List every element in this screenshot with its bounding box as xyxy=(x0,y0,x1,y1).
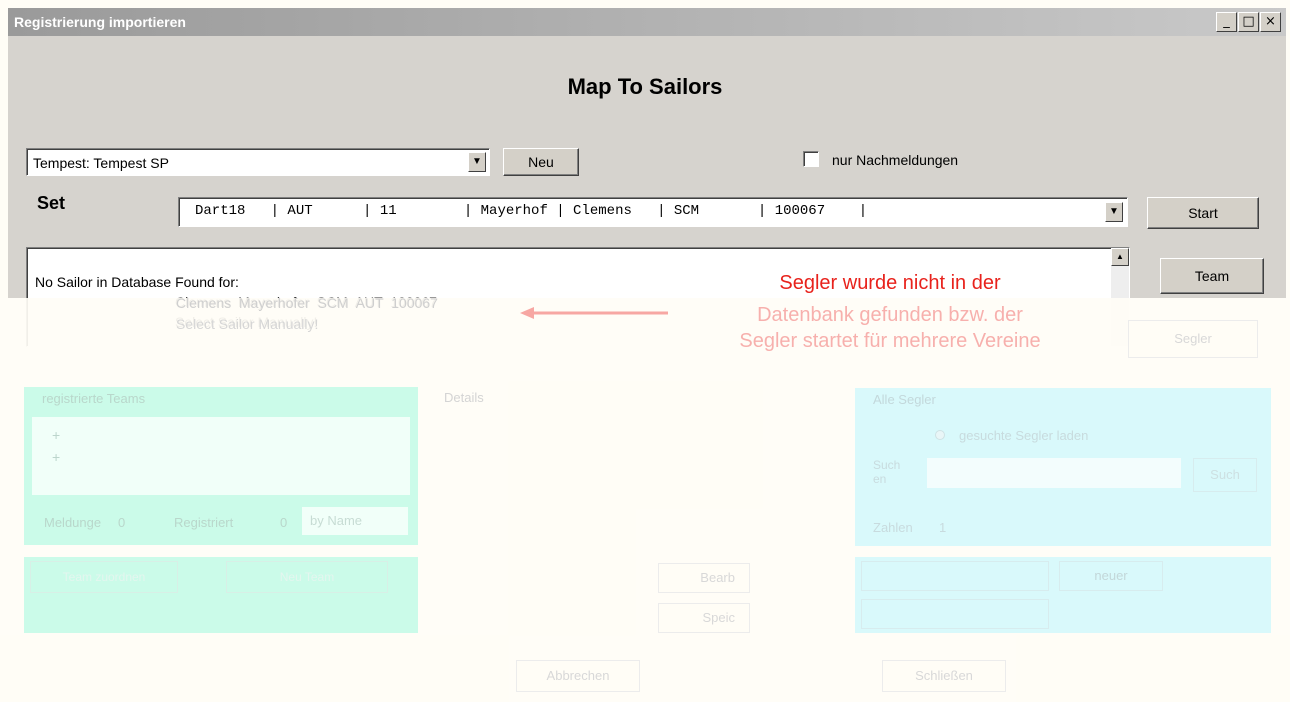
message-line-2-faded: Clemens Mayerhofer SCM AUT 100067 xyxy=(176,295,438,311)
set-label: Set xyxy=(37,193,66,213)
start-button[interactable]: Start xyxy=(1147,197,1259,229)
window-title: Registrierung importieren xyxy=(14,14,186,30)
new-team-button[interactable]: Neu Team xyxy=(226,561,388,593)
message-line-1: No Sailor in Database Found for: xyxy=(35,274,239,290)
registered-label: Registriert xyxy=(174,515,234,530)
registered-teams-panel: registrierte Teams + + Meldunge 0 Regist… xyxy=(24,387,418,545)
set-select-value: Dart18 | AUT | 11 | Mayerhof | Clemens |… xyxy=(195,203,868,219)
minimize-icon[interactable]: _ xyxy=(1216,12,1237,32)
save-button[interactable]: Speic xyxy=(658,603,750,633)
details-label: Details xyxy=(444,390,484,405)
sailor-button[interactable]: Segler xyxy=(1128,320,1258,358)
scroll-up-icon[interactable]: ▲ xyxy=(1111,248,1129,266)
late-only-checkbox[interactable] xyxy=(803,151,819,167)
search-input[interactable] xyxy=(927,458,1181,488)
sailor-actions-panel: neuer xyxy=(855,557,1271,633)
search-button[interactable]: Such xyxy=(1193,458,1257,492)
annotation-line-2: Datenbank gefunden bzw. der xyxy=(757,304,1023,326)
team-button[interactable]: Team xyxy=(1160,258,1264,294)
new-sailor-button[interactable]: neuer xyxy=(1059,561,1163,591)
annotation-line-1: Segler wurde nicht in der xyxy=(779,272,1001,294)
maximize-icon[interactable]: □ xyxy=(1238,12,1259,32)
page-title: Map To Sailors xyxy=(567,74,723,99)
assign-team-button[interactable]: Team zuordnen xyxy=(30,561,178,593)
message-line-3-faded: Select Sailor Manually! xyxy=(176,316,319,332)
entries-label: Meldunge xyxy=(44,515,102,530)
annotation-arrow-icon xyxy=(520,306,670,319)
class-select-value: Tempest: Tempest SP xyxy=(33,155,169,171)
load-sailors-radio[interactable] xyxy=(935,430,945,440)
late-only-label: nur Nachmeldungen xyxy=(832,152,959,168)
class-select[interactable]: Tempest: Tempest SP ▼ xyxy=(26,148,490,176)
set-select[interactable]: Dart18 | AUT | 11 | Mayerhof | Clemens |… xyxy=(178,197,1128,227)
chevron-down-icon[interactable]: ▼ xyxy=(468,152,486,172)
load-sailors-label: gesuchte Segler laden xyxy=(959,428,1089,443)
edit-button[interactable]: Bearb xyxy=(658,563,750,593)
search-label: Such en xyxy=(873,458,901,486)
title-bar: Registrierung importieren _ □ × xyxy=(8,8,1286,36)
close-button[interactable]: Schließen xyxy=(882,660,1006,692)
sort-select[interactable]: by Name xyxy=(302,507,408,535)
entries-count: 0 xyxy=(118,515,126,530)
all-sailors-label: Alle Segler xyxy=(873,392,936,407)
chevron-down-icon[interactable]: ▼ xyxy=(1105,202,1123,222)
registered-count: 0 xyxy=(280,515,288,530)
count-label: Zahlen xyxy=(873,520,913,535)
close-icon[interactable]: × xyxy=(1260,12,1281,32)
all-sailors-panel: Alle Segler gesuchte Segler laden Such e… xyxy=(855,388,1271,546)
registered-teams-label: registrierte Teams xyxy=(42,391,146,406)
annotation-line-3: Segler startet für mehrere Vereine xyxy=(739,330,1041,352)
sailor-action-button-2[interactable] xyxy=(861,599,1049,629)
team-actions-panel: Team zuordnen Neu Team xyxy=(24,557,418,633)
tree-expand-icon[interactable]: + xyxy=(52,427,60,443)
tree-expand-icon[interactable]: + xyxy=(52,449,60,465)
sailor-action-button-1[interactable] xyxy=(861,561,1049,591)
cancel-button[interactable]: Abbrechen xyxy=(516,660,640,692)
teams-tree[interactable]: + + xyxy=(32,417,410,495)
new-button[interactable]: Neu xyxy=(503,148,579,176)
count-value: 1 xyxy=(939,520,947,535)
